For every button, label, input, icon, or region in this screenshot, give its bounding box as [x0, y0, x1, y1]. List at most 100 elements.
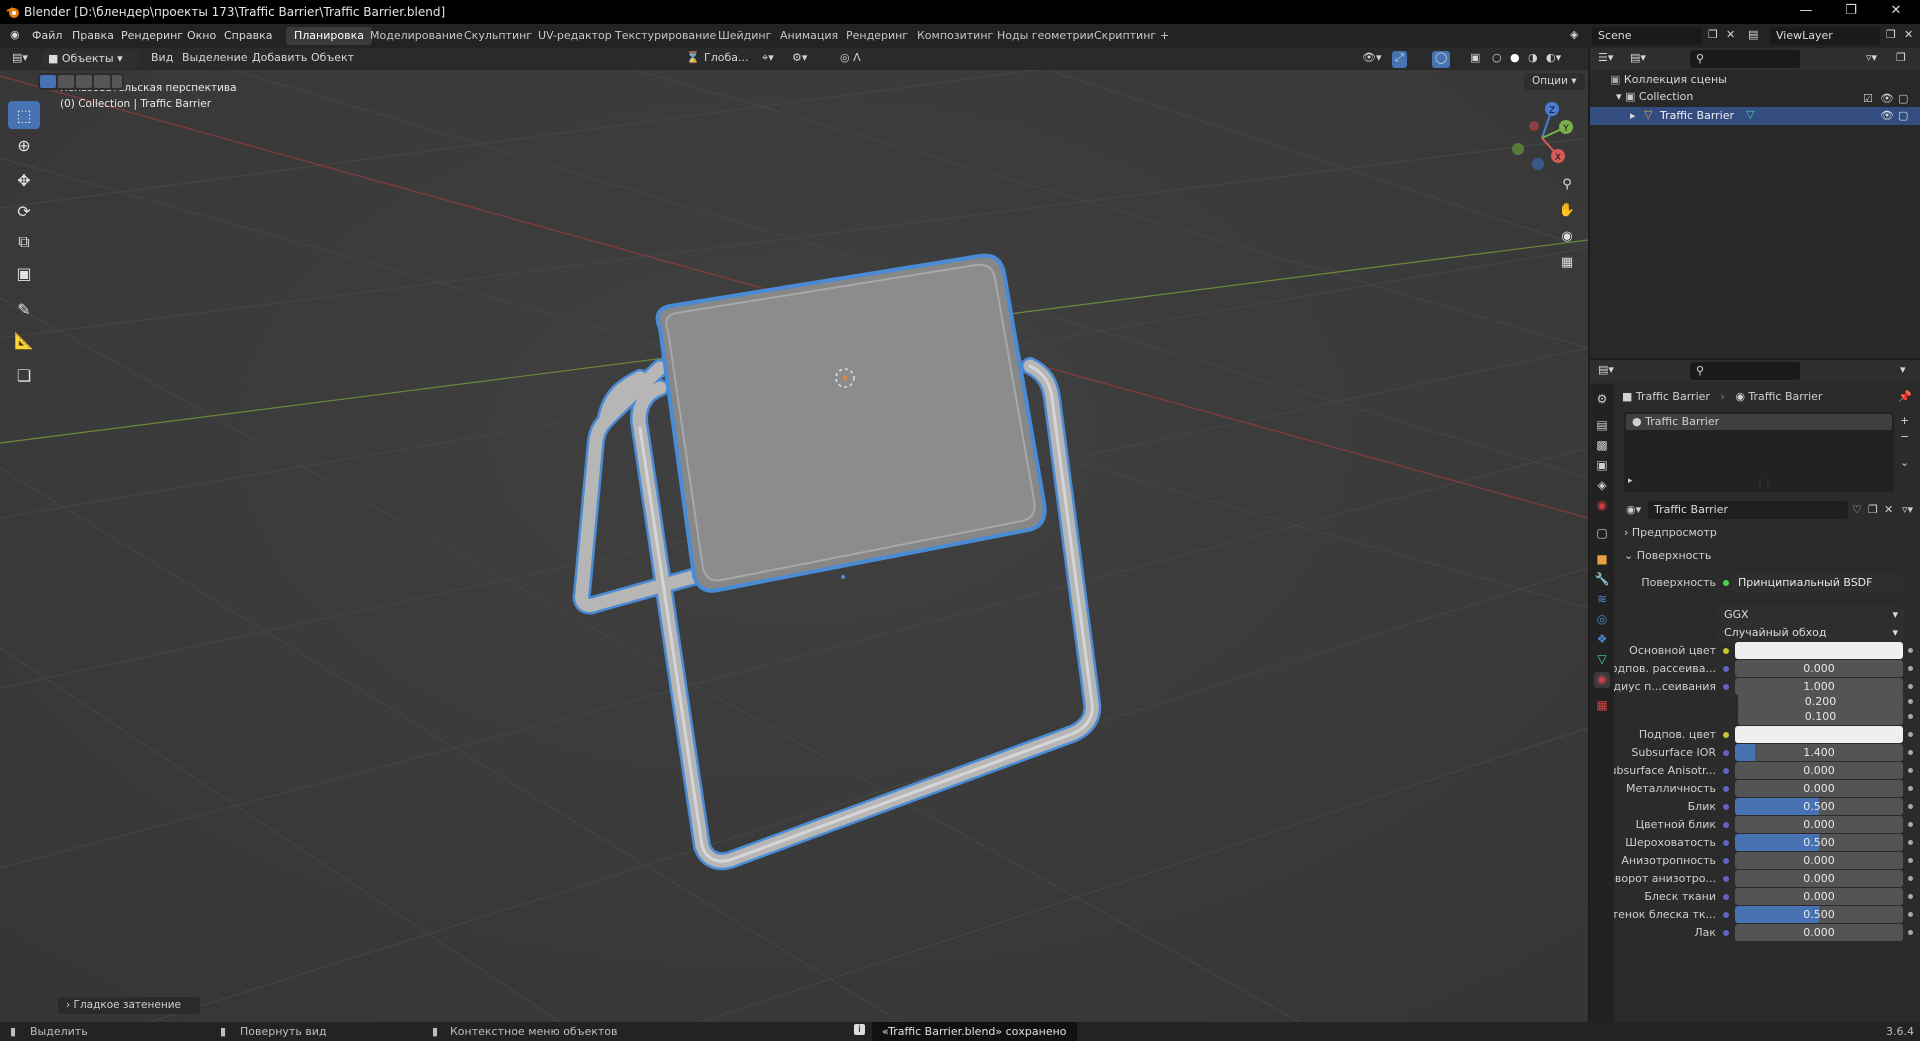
material-slot-item[interactable]: ● Traffic Barrier	[1626, 414, 1892, 430]
material-name-field[interactable]: Traffic Barrier	[1648, 501, 1848, 519]
close-icon[interactable]: ✕	[1886, 3, 1906, 21]
material-tab-icon[interactable]: ◉	[1594, 672, 1610, 688]
physics-tab-icon[interactable]: ◎	[1594, 612, 1610, 628]
unlink-material-icon[interactable]: ✕	[1884, 503, 1893, 516]
distribution-select[interactable]: GGX ▾	[1718, 606, 1904, 624]
menu-select[interactable]: Выделение	[182, 51, 248, 68]
world-tab-icon[interactable]: ◉	[1594, 498, 1610, 514]
status-report-message[interactable]: «Traffic Barrier.blend» сохранено	[872, 1022, 1077, 1041]
tab-rendering[interactable]: Рендеринг	[838, 27, 916, 45]
snap-icon[interactable]: ⚙▾	[792, 51, 807, 68]
socket-icon[interactable]	[1723, 750, 1729, 756]
rotate-tool-icon[interactable]: ⟳	[8, 197, 40, 225]
select-intersect-icon[interactable]	[112, 75, 122, 88]
pin-icon[interactable]: 📌	[1898, 390, 1912, 403]
mesh-data-icon[interactable]: ▽	[1746, 108, 1754, 121]
menu-window[interactable]: Окно	[187, 29, 216, 42]
view-layer-tab-icon[interactable]: ▣	[1594, 458, 1610, 474]
proportional-edit-icon[interactable]: ◎ Λ	[840, 51, 861, 68]
menu-object[interactable]: Объект	[311, 51, 354, 68]
socket-icon[interactable]	[1723, 858, 1729, 864]
annotate-tool-icon[interactable]: ✎	[8, 295, 40, 323]
transform-orientation-selector[interactable]: Глоба...	[704, 51, 748, 68]
color-swatch[interactable]	[1735, 642, 1903, 659]
properties-editor-icon[interactable]: ▤▾	[1598, 363, 1614, 380]
wireframe-shading-icon[interactable]: ○	[1492, 51, 1502, 68]
tab-shading[interactable]: Шейдинг	[710, 27, 779, 45]
display-mode-icon[interactable]: ▤▾	[1630, 51, 1646, 68]
menu-edit[interactable]: Правка	[72, 29, 114, 42]
navigation-gizmo[interactable]: Z Y X	[1500, 96, 1580, 176]
number-field[interactable]: 0.500	[1735, 834, 1903, 851]
tab-geometry-nodes[interactable]: Ноды геометрии	[989, 27, 1102, 45]
number-field[interactable]: 0.500	[1735, 798, 1903, 815]
delete-view-layer-icon[interactable]: ✕	[1904, 28, 1913, 41]
socket-icon[interactable]	[1723, 666, 1729, 672]
keyframe-dot-icon[interactable]	[1908, 768, 1913, 773]
number-field[interactable]: 0.000	[1735, 816, 1903, 833]
outliner-object-traffic-barrier[interactable]: ▸ ▽ Traffic Barrier ▽ 👁 ▢	[1590, 107, 1920, 125]
texture-tab-icon[interactable]: ▦	[1594, 698, 1610, 714]
keyframe-dot-icon[interactable]	[1908, 822, 1913, 827]
rendered-shading-icon[interactable]: ◐▾	[1546, 51, 1561, 68]
new-scene-icon[interactable]: ❐	[1708, 28, 1718, 41]
socket-icon[interactable]	[1723, 894, 1729, 900]
keyframe-dot-icon[interactable]	[1908, 732, 1913, 737]
slot-menu-icon[interactable]: ⌄	[1900, 456, 1909, 469]
editor-type-icon[interactable]: ▤▾	[12, 51, 28, 68]
color-swatch[interactable]	[1735, 726, 1903, 743]
blender-menu-icon[interactable]: ◉	[10, 28, 20, 41]
last-operator-panel[interactable]: › Гладкое затенение	[58, 997, 200, 1014]
eye-icon[interactable]: 👁	[1880, 109, 1894, 122]
duplicate-material-icon[interactable]: ❐	[1868, 503, 1878, 516]
collection-tab-icon[interactable]: ▢	[1594, 526, 1610, 542]
socket-icon[interactable]	[1723, 876, 1729, 882]
tab-layout[interactable]: Планировка	[286, 27, 372, 45]
resize-handle-icon[interactable]: ⋮⋮	[1756, 478, 1772, 487]
remove-slot-icon[interactable]: −	[1900, 430, 1909, 443]
options-dropdown[interactable]: Опции ▾	[1524, 73, 1585, 90]
visibility-icon[interactable]: 👁▾	[1362, 51, 1382, 68]
add-slot-icon[interactable]: +	[1900, 414, 1909, 427]
overlay-toggle-icon[interactable]: ◯	[1432, 51, 1451, 68]
neg-z-axis-icon[interactable]	[1532, 158, 1544, 170]
scale-tool-icon[interactable]: ⧉	[8, 228, 40, 256]
socket-icon[interactable]	[1723, 684, 1729, 690]
keyframe-dot-icon[interactable]	[1908, 858, 1913, 863]
keyframe-dot-icon[interactable]	[1908, 786, 1913, 791]
data-tab-icon[interactable]: ▽	[1594, 652, 1610, 668]
material-browse-icon[interactable]: ◉▾	[1626, 503, 1641, 516]
new-view-layer-icon[interactable]: ❐	[1886, 28, 1896, 41]
keyframe-dot-icon[interactable]	[1908, 714, 1913, 719]
number-field[interactable]: 0.000	[1735, 780, 1903, 797]
expand-arrow-icon[interactable]: ▸	[1628, 476, 1633, 486]
select-subtract-icon[interactable]	[76, 75, 92, 88]
select-extend-icon[interactable]	[58, 75, 74, 88]
gizmo-toggle-icon[interactable]: ⤢	[1392, 51, 1407, 68]
object-tab-icon[interactable]: ■	[1594, 552, 1610, 568]
new-collection-icon[interactable]: ❐	[1896, 51, 1906, 68]
keyframe-dot-icon[interactable]	[1908, 894, 1913, 899]
keyframe-dot-icon[interactable]	[1908, 930, 1913, 935]
output-tab-icon[interactable]: ▩	[1594, 438, 1610, 454]
number-field[interactable]: 1.400	[1735, 744, 1903, 761]
particles-tab-icon[interactable]: ≋	[1594, 592, 1610, 608]
tab-modeling[interactable]: Моделирование	[362, 27, 471, 45]
pivot-point-icon[interactable]: ⌖▾	[762, 51, 774, 68]
constraints-tab-icon[interactable]: ❖	[1594, 632, 1610, 648]
number-field[interactable]: 0.000	[1735, 870, 1903, 887]
number-field[interactable]: 0.000	[1735, 762, 1903, 779]
keyframe-dot-icon[interactable]	[1908, 912, 1913, 917]
add-workspace-button[interactable]: +	[1152, 27, 1177, 45]
3d-viewport[interactable]: Пользовательская перспектива (0) Collect…	[0, 48, 1588, 1022]
keyframe-dot-icon[interactable]	[1908, 876, 1913, 881]
measure-tool-icon[interactable]: 📐	[8, 326, 40, 354]
number-field[interactable]: 0.000	[1735, 924, 1903, 941]
socket-icon[interactable]	[1723, 930, 1729, 936]
select-new-icon[interactable]	[40, 75, 56, 88]
render-camera-icon[interactable]: ▢	[1898, 109, 1908, 122]
keyframe-dot-icon[interactable]	[1908, 666, 1913, 671]
socket-icon[interactable]	[1723, 768, 1729, 774]
number-field[interactable]: 0.000	[1735, 660, 1903, 677]
menu-render[interactable]: Рендеринг	[121, 29, 183, 42]
